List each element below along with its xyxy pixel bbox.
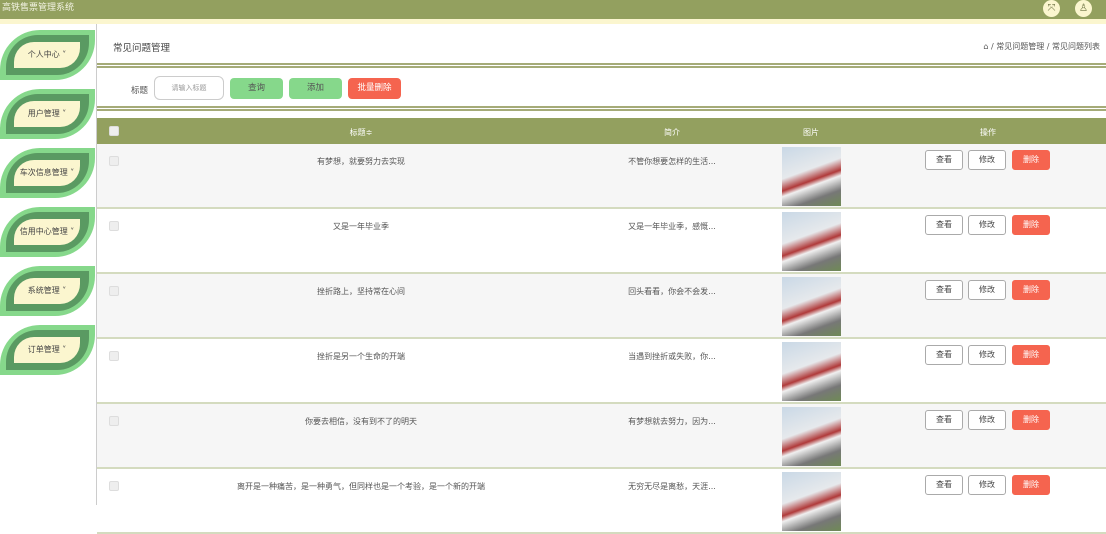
edit-button[interactable]: 修改 — [968, 280, 1006, 300]
user-icon[interactable]: ♙ — [1075, 0, 1092, 17]
row-intro: 又是一年毕业季，感慨... — [628, 222, 716, 231]
row-checkbox[interactable] — [109, 221, 119, 231]
header-intro: 简介 — [664, 128, 680, 137]
breadcrumb-item: 常见问题列表 — [1052, 42, 1100, 51]
train-image — [782, 407, 841, 466]
sidebar-item-label: 系统管理 ˅ — [14, 278, 80, 304]
query-button[interactable]: 查询 — [230, 78, 283, 99]
sidebar-item-label: 订单管理 ˅ — [14, 337, 80, 363]
row-checkbox[interactable] — [109, 286, 119, 296]
search-label: 标题 — [131, 86, 149, 96]
table-header: 标题≑ 简介 图片 操作 — [97, 118, 1106, 144]
train-image — [782, 472, 841, 531]
row-intro: 当遇到挫折或失败，你... — [628, 352, 716, 361]
delete-button[interactable]: 删除 — [1012, 410, 1050, 430]
title-search-input[interactable]: 请输入标题 — [154, 76, 224, 100]
train-image — [782, 342, 841, 401]
divider — [97, 63, 1106, 68]
view-button[interactable]: 查看 — [925, 345, 963, 365]
view-button[interactable]: 查看 — [925, 475, 963, 495]
view-button[interactable]: 查看 — [925, 150, 963, 170]
row-title: 又是一年毕业季 — [333, 222, 389, 231]
table-row: 你要去相信，没有到不了的明天 有梦想就去努力，因为... 查看 修改 删除 — [97, 404, 1106, 469]
edit-button[interactable]: 修改 — [968, 345, 1006, 365]
delete-button[interactable]: 删除 — [1012, 150, 1050, 170]
sidebar: 个人中心 ˅ 用户管理 ˅ 车次信息管理 ˅ 信用中心管理 ˅ 系统管理 ˅ 订单管理 ˅ — [0, 24, 95, 505]
sidebar-item-label: 个人中心 ˅ — [14, 42, 80, 68]
sidebar-item[interactable]: 信用中心管理 ˅ — [0, 205, 95, 260]
edit-button[interactable]: 修改 — [968, 215, 1006, 235]
sidebar-item[interactable]: 订单管理 ˅ — [0, 323, 95, 378]
view-button[interactable]: 查看 — [925, 410, 963, 430]
header-image: 图片 — [803, 128, 819, 137]
app-title: 高铁售票管理系统 — [2, 3, 75, 13]
edit-button[interactable]: 修改 — [968, 150, 1006, 170]
main-content: 常见问题管理 ⌂ / 常见问题管理 / 常见问题列表 标题 请输入标题 查询 添… — [96, 24, 1106, 534]
select-all-checkbox[interactable] — [109, 126, 119, 136]
delete-button[interactable]: 删除 — [1012, 215, 1050, 235]
row-title: 有梦想，就要努力去实现 — [317, 157, 405, 166]
train-image — [782, 277, 841, 336]
delete-button[interactable]: 删除 — [1012, 280, 1050, 300]
home-icon[interactable]: ⌂ — [983, 42, 988, 51]
row-title: 挫折路上，坚持常在心间 — [317, 287, 405, 296]
table-row: 又是一年毕业季 又是一年毕业季，感慨... 查看 修改 删除 — [97, 209, 1106, 274]
row-checkbox[interactable] — [109, 481, 119, 491]
table-row: 挫折路上，坚持常在心间 回头看看，你会不会发... 查看 修改 删除 — [97, 274, 1106, 339]
header-actions: 操作 — [980, 128, 996, 137]
train-image — [782, 147, 841, 206]
add-button[interactable]: 添加 — [289, 78, 342, 99]
delete-button[interactable]: 删除 — [1012, 345, 1050, 365]
row-intro: 无穷无尽是离愁，天涯... — [628, 482, 716, 491]
breadcrumb-item[interactable]: 常见问题管理 — [996, 42, 1044, 51]
sidebar-item[interactable]: 用户管理 ˅ — [0, 87, 95, 142]
edit-button[interactable]: 修改 — [968, 475, 1006, 495]
sidebar-item[interactable]: 个人中心 ˅ — [0, 28, 95, 83]
row-title: 离开是一种痛苦，是一种勇气，但同样也是一个考验，是一个新的开端 — [237, 482, 485, 491]
table-row: 有梦想，就要努力去实现 不管你想要怎样的生活... 查看 修改 删除 — [97, 144, 1106, 209]
row-intro: 回头看看，你会不会发... — [628, 287, 716, 296]
row-title: 你要去相信，没有到不了的明天 — [305, 417, 417, 426]
sidebar-item[interactable]: 系统管理 ˅ — [0, 264, 95, 319]
row-intro: 不管你想要怎样的生活... — [628, 157, 716, 166]
sidebar-item-label: 车次信息管理 ˅ — [14, 160, 80, 186]
batch-delete-button[interactable]: 批量删除 — [348, 78, 401, 99]
sidebar-item-label: 信用中心管理 ˅ — [14, 219, 80, 245]
edit-button[interactable]: 修改 — [968, 410, 1006, 430]
row-checkbox[interactable] — [109, 416, 119, 426]
top-bar: 高铁售票管理系统 — [0, 0, 1106, 19]
row-checkbox[interactable] — [109, 351, 119, 361]
fullscreen-icon[interactable]: ⤧ — [1043, 0, 1060, 17]
breadcrumb: ⌂ / 常见问题管理 / 常见问题列表 — [983, 42, 1100, 51]
row-checkbox[interactable] — [109, 156, 119, 166]
header-title[interactable]: 标题≑ — [350, 127, 373, 138]
delete-button[interactable]: 删除 — [1012, 475, 1050, 495]
view-button[interactable]: 查看 — [925, 280, 963, 300]
table-row: 离开是一种痛苦，是一种勇气，但同样也是一个考验，是一个新的开端 无穷无尽是离愁，… — [97, 469, 1106, 534]
sidebar-item[interactable]: 车次信息管理 ˅ — [0, 146, 95, 201]
view-button[interactable]: 查看 — [925, 215, 963, 235]
divider — [97, 106, 1106, 111]
row-intro: 有梦想就去努力，因为... — [628, 417, 716, 426]
row-title: 挫折是另一个生命的开端 — [317, 352, 405, 361]
sidebar-item-label: 用户管理 ˅ — [14, 101, 80, 127]
train-image — [782, 212, 841, 271]
table-row: 挫折是另一个生命的开端 当遇到挫折或失败，你... 查看 修改 删除 — [97, 339, 1106, 404]
page-title: 常见问题管理 — [113, 43, 171, 54]
